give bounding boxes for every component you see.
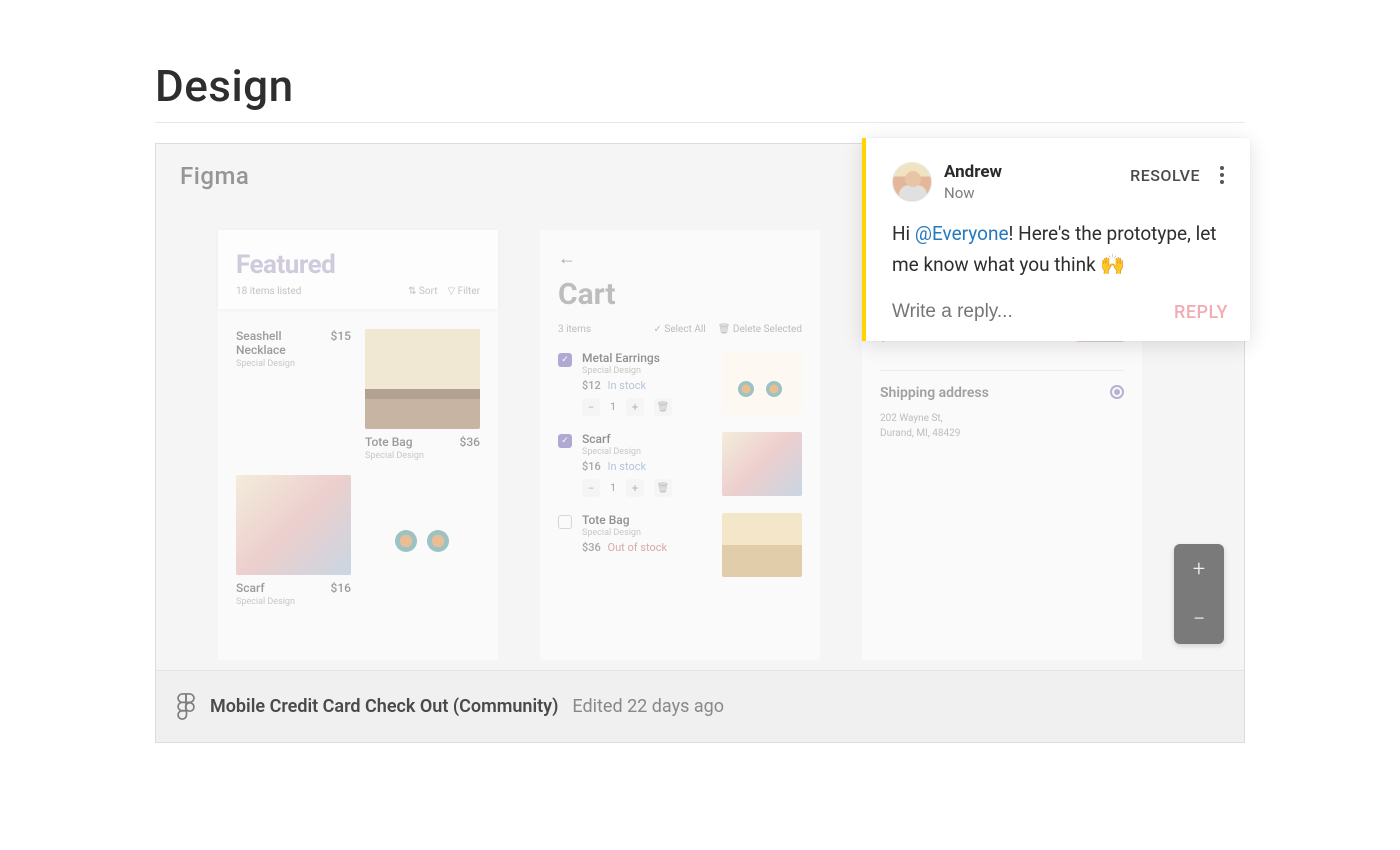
reply-button[interactable]: REPLY — [1174, 302, 1228, 323]
cart-item-thumb — [722, 513, 802, 577]
zoom-in-button[interactable]: + — [1174, 544, 1224, 594]
stock-badge: In stock — [608, 460, 647, 473]
checkbox-icon[interactable]: ✓ — [558, 353, 572, 367]
product-card[interactable]: Tote Bag $36 Special Design — [365, 329, 480, 461]
stock-badge: In stock — [608, 379, 647, 392]
cart-item-sub: Special Design — [582, 366, 712, 376]
shipping-address-line: Durand, MI, 48429 — [880, 426, 989, 441]
cart-item: ✓ Metal Earrings Special Design $12 In s… — [558, 351, 802, 416]
qty-value: 1 — [604, 483, 622, 494]
cart-item: ✓ Scarf Special Design $16 In stock − 1 … — [558, 432, 802, 497]
figma-footer: Mobile Credit Card Check Out (Community)… — [156, 670, 1244, 742]
product-sub: Special Design — [365, 451, 480, 461]
product-price: $16 — [331, 581, 351, 595]
back-arrow-icon[interactable]: ← — [558, 248, 802, 269]
comment-time: Now — [944, 184, 1002, 202]
screen-cart: ← Cart 3 items ✓ Select All 🗑 Delete Sel… — [540, 230, 820, 660]
comment-card: Andrew Now RESOLVE Hi @Everyone! Here's … — [862, 138, 1250, 341]
file-name: Mobile Credit Card Check Out (Community) — [210, 696, 558, 717]
reply-input[interactable] — [892, 301, 1174, 323]
file-edited-meta: Edited 22 days ago — [572, 696, 724, 717]
product-sub: Special Design — [236, 597, 351, 607]
cart-item-price: $36 — [582, 541, 601, 554]
shipping-address-line: 202 Wayne St, — [880, 411, 989, 426]
shipping-title: Shipping address — [880, 385, 989, 401]
product-name: Scarf — [236, 581, 265, 595]
product-card[interactable] — [365, 475, 480, 607]
screen-featured: Featured 18 items listed ⇅ Sort ▽ Filter… — [218, 230, 498, 660]
product-name: Tote Bag — [365, 435, 413, 449]
trash-icon[interactable]: 🗑 — [654, 479, 672, 497]
featured-title: Featured — [236, 250, 480, 280]
stock-badge: Out of stock — [608, 541, 668, 554]
product-card[interactable]: Scarf $16 Special Design — [236, 475, 351, 607]
qty-minus-button[interactable]: − — [582, 479, 600, 497]
mention[interactable]: @Everyone — [915, 222, 1009, 245]
product-price: $36 — [460, 435, 480, 449]
zoom-controls: + − — [1174, 544, 1224, 644]
avatar — [892, 162, 932, 202]
more-options-icon[interactable] — [1216, 162, 1228, 188]
product-thumb — [365, 475, 480, 575]
cart-item-name: Scarf — [582, 432, 712, 446]
qty-plus-button[interactable]: + — [626, 398, 644, 416]
product-card[interactable]: Seashell Necklace $15 Special Design — [236, 329, 351, 461]
product-price: $15 — [331, 329, 351, 357]
featured-item-count: 18 items listed — [236, 286, 301, 297]
filter-button[interactable]: ▽ Filter — [447, 286, 480, 297]
radio-selected-icon[interactable] — [1110, 385, 1124, 399]
product-thumb — [236, 475, 351, 575]
cart-item-sub: Special Design — [582, 528, 712, 538]
qty-value: 1 — [604, 402, 622, 413]
select-all-button[interactable]: ✓ Select All — [654, 324, 706, 335]
sort-button[interactable]: ⇅ Sort — [408, 286, 437, 297]
product-thumb — [365, 329, 480, 429]
hands-emoji-icon: 🙌 — [1100, 252, 1125, 276]
qty-plus-button[interactable]: + — [626, 479, 644, 497]
figma-logo-icon — [176, 693, 196, 721]
delete-selected-button[interactable]: 🗑 Delete Selected — [718, 324, 802, 335]
comment-author: Andrew — [944, 162, 1002, 182]
qty-minus-button[interactable]: − — [582, 398, 600, 416]
cart-item-price: $16 — [582, 460, 601, 473]
checkbox-icon[interactable]: ✓ — [558, 434, 572, 448]
cart-item-thumb — [722, 351, 802, 415]
resolve-button[interactable]: RESOLVE — [1130, 166, 1200, 185]
zoom-out-button[interactable]: − — [1174, 594, 1224, 644]
product-name: Seashell Necklace — [236, 329, 331, 357]
cart-title: Cart — [558, 277, 802, 312]
cart-item-price: $12 — [582, 379, 601, 392]
comment-body: Hi @Everyone! Here's the prototype, let … — [892, 220, 1228, 279]
checkbox-icon[interactable] — [558, 515, 572, 529]
cart-item: Tote Bag Special Design $36 Out of stock — [558, 513, 802, 577]
trash-icon[interactable]: 🗑 — [654, 398, 672, 416]
cart-item-thumb — [722, 432, 802, 496]
product-sub: Special Design — [236, 359, 351, 369]
page-title: Design — [155, 60, 1245, 123]
cart-item-sub: Special Design — [582, 447, 712, 457]
cart-item-name: Metal Earrings — [582, 351, 712, 365]
cart-item-name: Tote Bag — [582, 513, 712, 527]
cart-count: 3 items — [558, 324, 591, 335]
